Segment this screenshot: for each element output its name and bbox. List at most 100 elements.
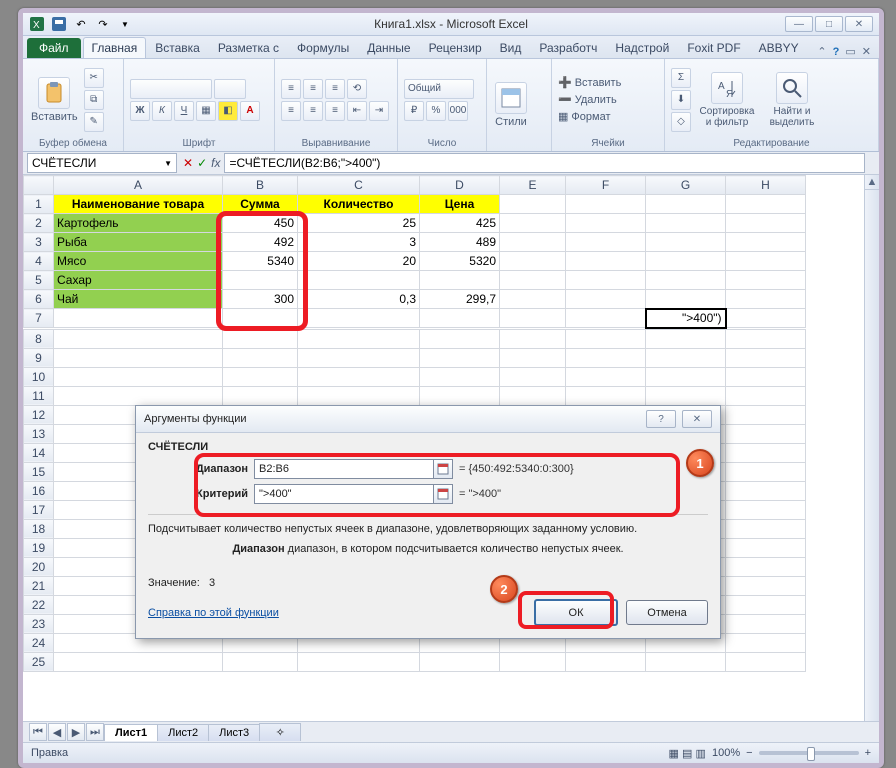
row-header[interactable]: 23 bbox=[24, 614, 54, 633]
cell[interactable] bbox=[726, 386, 806, 405]
cell[interactable]: Наименование товара bbox=[54, 195, 223, 214]
maximize-button[interactable]: □ bbox=[815, 16, 843, 32]
cell[interactable] bbox=[726, 614, 806, 633]
cell[interactable] bbox=[646, 271, 726, 290]
col-header[interactable]: C bbox=[298, 176, 420, 195]
row-header[interactable]: 12 bbox=[24, 405, 54, 424]
tab-insert[interactable]: Вставка bbox=[146, 37, 209, 58]
cell[interactable] bbox=[223, 386, 298, 405]
cell[interactable]: 300 bbox=[223, 290, 298, 309]
file-tab[interactable]: Файл bbox=[27, 38, 81, 58]
paste-button[interactable]: Вставить bbox=[29, 77, 80, 123]
cell[interactable] bbox=[420, 348, 500, 367]
cell[interactable]: 425 bbox=[420, 214, 500, 233]
number-format-dropdown[interactable]: Общий bbox=[404, 79, 474, 99]
cell[interactable]: Сахар bbox=[54, 271, 223, 290]
cell[interactable] bbox=[646, 252, 726, 271]
view-normal-icon[interactable]: ▦ bbox=[669, 747, 679, 760]
new-sheet-button[interactable]: ✧ bbox=[259, 723, 301, 741]
cell[interactable]: 489 bbox=[420, 233, 500, 252]
sheet-nav-prev-icon[interactable]: ◀ bbox=[48, 723, 66, 741]
cell[interactable] bbox=[726, 481, 806, 500]
cell[interactable] bbox=[298, 652, 420, 671]
cell[interactable] bbox=[420, 309, 500, 328]
cell[interactable]: 20 bbox=[298, 252, 420, 271]
cell[interactable]: 3 bbox=[298, 233, 420, 252]
formula-bar[interactable]: =СЧЁТЕСЛИ(B2:B6;">400") bbox=[224, 153, 865, 173]
cell[interactable] bbox=[726, 290, 806, 309]
cells-insert-button[interactable]: ➕Вставить bbox=[558, 76, 621, 89]
tab-formulas[interactable]: Формулы bbox=[288, 37, 358, 58]
row-header[interactable]: 22 bbox=[24, 595, 54, 614]
cell[interactable] bbox=[420, 367, 500, 386]
col-header[interactable]: E bbox=[500, 176, 566, 195]
cell[interactable] bbox=[566, 271, 646, 290]
cell[interactable] bbox=[54, 329, 223, 348]
tab-foxit[interactable]: Foxit PDF bbox=[678, 37, 749, 58]
orientation-icon[interactable]: ⟲ bbox=[347, 79, 367, 99]
bold-button[interactable]: Ж bbox=[130, 101, 150, 121]
window-restore-icon[interactable]: ▭ bbox=[845, 45, 855, 58]
cell[interactable] bbox=[500, 386, 566, 405]
fill-color-button[interactable]: ◧ bbox=[218, 101, 238, 121]
view-pagebreak-icon[interactable]: ▥ bbox=[695, 747, 705, 760]
cell[interactable] bbox=[726, 271, 806, 290]
name-box-dropdown-icon[interactable]: ▼ bbox=[164, 159, 172, 168]
cell[interactable] bbox=[223, 367, 298, 386]
font-family-dropdown[interactable] bbox=[130, 79, 212, 99]
col-header[interactable]: B bbox=[223, 176, 298, 195]
font-color-button[interactable]: A bbox=[240, 101, 260, 121]
cell[interactable] bbox=[500, 252, 566, 271]
arg-range-input[interactable]: B2:B6 bbox=[254, 459, 434, 479]
cell[interactable] bbox=[646, 195, 726, 214]
row-header[interactable]: 19 bbox=[24, 538, 54, 557]
cell[interactable] bbox=[726, 519, 806, 538]
cell[interactable] bbox=[500, 233, 566, 252]
percent-icon[interactable]: % bbox=[426, 101, 446, 121]
cut-icon[interactable]: ✂ bbox=[84, 68, 104, 88]
sheet-nav-last-icon[interactable]: ⏭ bbox=[86, 723, 104, 741]
align-center-icon[interactable]: ≡ bbox=[303, 101, 323, 121]
cell[interactable] bbox=[223, 309, 298, 328]
cell[interactable] bbox=[566, 252, 646, 271]
zoom-slider[interactable] bbox=[759, 751, 859, 755]
cell[interactable] bbox=[298, 329, 420, 348]
help-icon[interactable]: ? bbox=[833, 46, 840, 58]
row-header[interactable]: 17 bbox=[24, 500, 54, 519]
row-header[interactable]: 18 bbox=[24, 519, 54, 538]
cell[interactable] bbox=[566, 233, 646, 252]
indent-inc-icon[interactable]: ⇥ bbox=[369, 101, 389, 121]
cell[interactable]: 5320 bbox=[420, 252, 500, 271]
cancel-button[interactable]: Отмена bbox=[626, 600, 708, 625]
cell[interactable]: Картофель bbox=[54, 214, 223, 233]
cell[interactable] bbox=[500, 195, 566, 214]
qat-dropdown-icon[interactable]: ▼ bbox=[117, 16, 133, 32]
row-header[interactable]: 7 bbox=[24, 309, 54, 328]
tab-review[interactable]: Рецензир bbox=[420, 37, 491, 58]
cell[interactable] bbox=[726, 424, 806, 443]
cell[interactable] bbox=[566, 367, 646, 386]
cell[interactable] bbox=[298, 309, 420, 328]
cell[interactable] bbox=[298, 386, 420, 405]
sort-filter-button[interactable]: AЯ Сортировка и фильтр bbox=[695, 72, 759, 128]
col-header[interactable]: F bbox=[566, 176, 646, 195]
col-header[interactable]: D bbox=[420, 176, 500, 195]
cell[interactable] bbox=[298, 367, 420, 386]
redo-icon[interactable]: ↷ bbox=[95, 16, 111, 32]
row-header[interactable]: 10 bbox=[24, 367, 54, 386]
tab-addins[interactable]: Надстрой bbox=[606, 37, 678, 58]
ribbon-minimize-icon[interactable]: ⌃ bbox=[817, 45, 826, 58]
tab-home[interactable]: Главная bbox=[83, 37, 147, 58]
cell[interactable] bbox=[500, 271, 566, 290]
minimize-button[interactable]: — bbox=[785, 16, 813, 32]
row-header[interactable]: 21 bbox=[24, 576, 54, 595]
cell[interactable] bbox=[566, 652, 646, 671]
sheet-tab-2[interactable]: Лист2 bbox=[157, 724, 209, 741]
row-header[interactable]: 3 bbox=[24, 233, 54, 252]
cell[interactable] bbox=[223, 652, 298, 671]
cell[interactable] bbox=[726, 309, 806, 328]
cell[interactable]: Количество bbox=[298, 195, 420, 214]
select-all-corner[interactable] bbox=[24, 176, 54, 195]
cell[interactable] bbox=[726, 557, 806, 576]
cell[interactable]: Сумма bbox=[223, 195, 298, 214]
